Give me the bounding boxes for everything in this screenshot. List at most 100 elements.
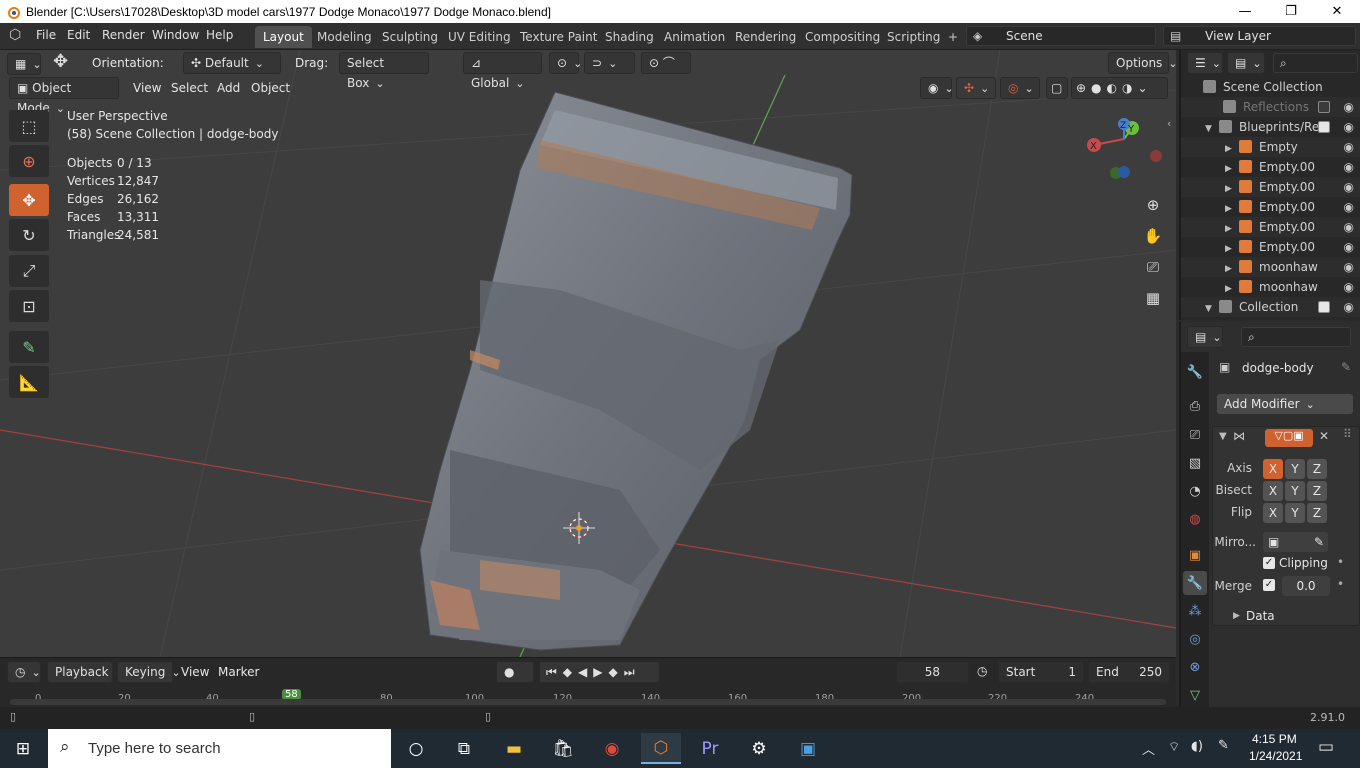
view-layer-selector[interactable]: ▤ View Layer [1163, 26, 1356, 46]
expand-arrow-icon[interactable]: ▶ [1225, 179, 1239, 199]
cortana-icon[interactable]: ○ [396, 733, 436, 764]
scale-tool[interactable]: ⤢ [9, 255, 49, 287]
outliner-row[interactable]: ▶ Empty.00 ◉ [1181, 197, 1360, 217]
merge-checkbox[interactable]: ✓ [1263, 579, 1275, 591]
gizmo-toggle[interactable]: ✣ [956, 77, 996, 99]
outliner-row[interactable]: ▶ Empty.00 ◉ [1181, 177, 1360, 197]
clock-date[interactable]: 1/24/2021 [1249, 749, 1302, 763]
menu-help[interactable]: Help [206, 28, 233, 42]
task-view-icon[interactable]: ⧉ [444, 733, 484, 764]
flip-y-button[interactable]: Y [1285, 503, 1305, 523]
steam-icon[interactable]: ⚙ [739, 733, 779, 764]
select-box-tool[interactable]: ⬚ [9, 110, 49, 142]
keying-dropdown[interactable]: Keying [117, 661, 173, 683]
menu-render[interactable]: Render [102, 28, 145, 42]
end-frame-field[interactable]: End 250 [1088, 661, 1170, 683]
blender-menu-icon[interactable]: ⬡ [9, 27, 21, 43]
minimize-button[interactable]: — [1222, 0, 1268, 23]
playback-controls[interactable]: ⏮◆◀▶◆⏭ [539, 661, 660, 683]
exclude-checkbox[interactable] [1318, 101, 1330, 113]
menu-file[interactable]: File [36, 28, 56, 42]
viewport-menu-object[interactable]: Object [251, 81, 290, 95]
eye-icon[interactable]: ◉ [1344, 217, 1354, 237]
expand-arrow-icon[interactable]: ▶ [1225, 239, 1239, 259]
outliner-row[interactable]: ▶ Empty ◉ [1181, 137, 1360, 157]
tab-compositing[interactable]: Compositing [797, 26, 888, 48]
data-tab-icon[interactable]: ▽ [1183, 683, 1207, 707]
options-dropdown[interactable]: Options [1108, 52, 1169, 74]
volume-icon[interactable]: ◖) [1191, 739, 1203, 754]
zoom-icon[interactable]: ⊕ [1141, 193, 1165, 217]
transform-orientation-dropdown[interactable]: ⊿ Global [463, 52, 542, 90]
tab-animation[interactable]: Animation [656, 26, 733, 48]
add-modifier-dropdown[interactable]: Add Modifier [1217, 394, 1353, 414]
outliner-row[interactable]: ▶ Empty.00 ◉ [1181, 157, 1360, 177]
eye-icon[interactable]: ◉ [1344, 137, 1354, 157]
tool-tab-icon[interactable]: 🔧 [1183, 360, 1207, 384]
outliner-row[interactable]: ▶ Empty.00 ◉ [1181, 217, 1360, 237]
mode-dropdown[interactable]: ▣ Object Mode [9, 77, 119, 115]
tab-shading[interactable]: Shading [597, 26, 662, 48]
eye-icon[interactable]: ◉ [1344, 97, 1354, 117]
menu-window[interactable]: Window [152, 28, 199, 42]
collapse-arrow-icon[interactable]: ▼ [1219, 431, 1227, 442]
expand-arrow-icon[interactable]: ▶ [1225, 279, 1239, 299]
properties-editor-type[interactable]: ▤ [1187, 326, 1223, 348]
drag-dropdown[interactable]: Select Box [339, 52, 429, 90]
pen-icon[interactable]: ✎ [1218, 738, 1229, 753]
expand-arrow-icon[interactable]: ▶ [1225, 159, 1239, 179]
editor-type-dropdown[interactable]: ▦ [7, 53, 41, 75]
pivot-point-dropdown[interactable]: ⊙ [549, 52, 579, 74]
ortho-grid-icon[interactable]: ▦ [1141, 286, 1165, 310]
outliner-editor-type[interactable]: ☰ [1187, 52, 1223, 74]
expand-arrow-icon[interactable]: ▼ [1205, 119, 1219, 139]
outliner-row[interactable]: ▼ Blueprints/Ref ◉ [1181, 117, 1360, 137]
outliner-row-scene-collection[interactable]: Scene Collection [1181, 77, 1360, 97]
playback-dropdown[interactable]: Playback [47, 661, 113, 683]
tab-layout[interactable]: Layout [255, 26, 312, 48]
tab-rendering[interactable]: Rendering [727, 26, 804, 48]
eye-icon[interactable]: ◉ [1344, 157, 1354, 177]
modifier-wrench-icon[interactable]: 🔧 [1183, 571, 1207, 595]
premiere-icon[interactable]: Pr [690, 733, 730, 764]
expand-arrow-icon[interactable]: ▶ [1225, 139, 1239, 159]
menu-edit[interactable]: Edit [67, 28, 90, 42]
axis-x-button[interactable]: X [1263, 459, 1283, 479]
proportional-editing-toggle[interactable]: ⊙ ⌒ [641, 52, 691, 74]
close-button[interactable]: ✕ [1314, 0, 1360, 23]
eye-icon[interactable]: ◉ [1344, 297, 1354, 317]
windows-start-icon[interactable]: ⊞ [3, 733, 43, 764]
overlays-toggle[interactable]: ◎ [1000, 77, 1040, 99]
outliner-search-input[interactable]: ⌕ [1273, 53, 1358, 73]
modifier-display-toggles[interactable]: ▽▢▣ [1265, 429, 1313, 447]
exclude-checkbox[interactable] [1318, 301, 1330, 313]
move-tool[interactable]: ✥ [9, 184, 49, 216]
blender-taskbar-icon[interactable]: ⬡ [641, 733, 681, 764]
outliner-row[interactable]: Reflections ◉ [1181, 97, 1360, 117]
sidebar-toggle-icon[interactable]: ‹ [1167, 117, 1171, 130]
shading-mode-buttons[interactable]: ⊕●◐◑⌄ [1071, 77, 1168, 99]
start-frame-field[interactable]: Start 1 [998, 661, 1084, 683]
clipping-checkbox[interactable]: ✓ [1263, 557, 1275, 569]
eye-icon[interactable]: ◉ [1344, 117, 1354, 137]
tab-sculpting[interactable]: Sculpting [374, 26, 446, 48]
output-tab-icon[interactable]: ⎚ [1183, 423, 1207, 447]
expand-arrow-icon[interactable]: ▶ [1225, 199, 1239, 219]
preview-range-icon[interactable]: ◷ [977, 664, 987, 678]
expand-arrow-icon[interactable]: ▶ [1225, 219, 1239, 239]
mirror-object-field[interactable]: ▣ ✎ [1263, 532, 1328, 552]
notifications-icon[interactable]: ▭ [1318, 737, 1334, 757]
camera-view-icon[interactable]: ⎚ [1141, 255, 1165, 279]
flip-z-button[interactable]: Z [1307, 503, 1327, 523]
outliner-row[interactable]: ▶ moonhaw ◉ [1181, 257, 1360, 277]
pin-icon[interactable]: ✎ [1341, 360, 1351, 374]
viewport-menu-add[interactable]: Add [217, 81, 240, 95]
physics-tab-icon[interactable]: ◎ [1183, 627, 1207, 651]
snap-dropdown[interactable]: ⊃ [584, 52, 635, 74]
close-icon[interactable]: ✕ [1319, 429, 1329, 443]
timeline-editor-type[interactable]: ◷ [7, 661, 41, 683]
expand-arrow-icon[interactable]: ▼ [1205, 299, 1219, 319]
data-subpanel-label[interactable]: Data [1246, 609, 1275, 623]
photos-icon[interactable]: ▣ [788, 733, 828, 764]
outliner-row[interactable]: ▶ Empty.00 ◉ [1181, 237, 1360, 257]
